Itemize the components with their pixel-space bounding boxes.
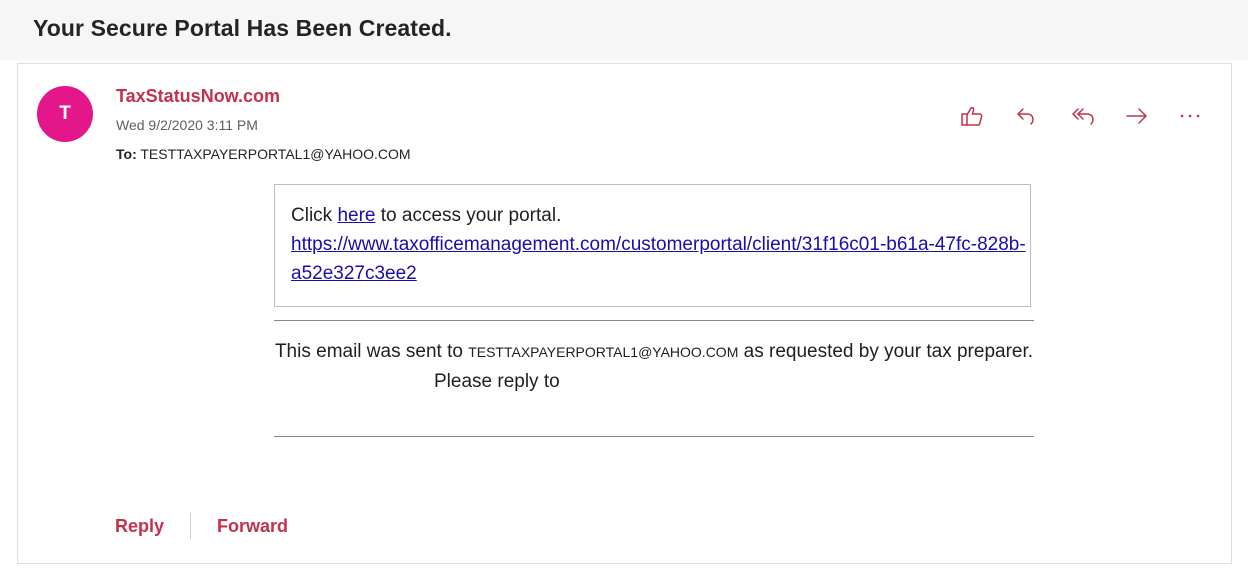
like-button[interactable]	[956, 102, 988, 130]
email-subject: Your Secure Portal Has Been Created.	[33, 15, 452, 41]
message-card: T TaxStatusNow.com Wed 9/2/2020 3:11 PM …	[17, 63, 1232, 564]
more-icon	[1179, 113, 1201, 119]
message-date: Wed 9/2/2020 3:11 PM	[116, 117, 258, 133]
click-prefix: Click	[291, 205, 333, 226]
notice-prefix: This email was sent to	[274, 341, 463, 362]
forward-button[interactable]	[1121, 102, 1153, 130]
reply-footer-button[interactable]: Reply	[115, 516, 164, 537]
reply-button[interactable]	[1010, 102, 1042, 130]
notice-email: TESTTAXPAYERPORTAL1@YAHOO.COM	[468, 344, 739, 360]
more-options-button[interactable]	[1174, 102, 1206, 130]
message-footer: Reply Forward	[115, 512, 288, 540]
reply-to-text: Please reply to	[434, 371, 560, 392]
sender-name[interactable]: TaxStatusNow.com	[116, 86, 280, 107]
email-notice: This email was sent to TESTTAXPAYERPORTA…	[274, 320, 1034, 437]
subject-bar: Your Secure Portal Has Been Created.	[0, 0, 1248, 60]
portal-here-link[interactable]: here	[337, 205, 375, 226]
reply-icon	[1016, 106, 1036, 126]
like-icon	[960, 105, 984, 127]
reply-all-button[interactable]	[1068, 102, 1100, 130]
forward-icon	[1125, 106, 1149, 126]
portal-url-link[interactable]: https://www.taxofficemanagement.com/cust…	[291, 230, 1026, 288]
recipient-address[interactable]: TESTTAXPAYERPORTAL1@YAHOO.COM	[140, 146, 410, 162]
to-label: To:	[116, 146, 137, 162]
forward-footer-button[interactable]: Forward	[217, 516, 288, 537]
notice-suffix: as requested by your tax preparer.	[743, 341, 1034, 362]
footer-divider	[190, 513, 192, 539]
recipient-line: To: TESTTAXPAYERPORTAL1@YAHOO.COM	[116, 146, 411, 162]
click-suffix: to access your portal.	[380, 205, 562, 226]
sender-avatar[interactable]: T	[37, 86, 93, 142]
portal-link-box: Click here to access your portal. https:…	[274, 184, 1031, 307]
reply-all-icon	[1072, 106, 1096, 126]
